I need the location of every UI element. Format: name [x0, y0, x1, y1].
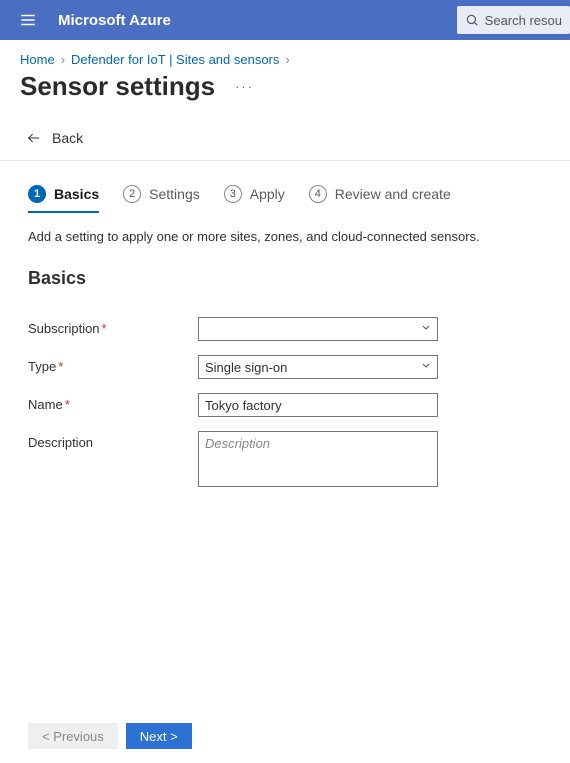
- global-search-input[interactable]: Search resou: [457, 6, 570, 34]
- page-title: Sensor settings: [20, 71, 215, 102]
- type-select-input[interactable]: [198, 355, 438, 379]
- breadcrumb: Home › Defender for IoT | Sites and sens…: [0, 40, 570, 71]
- chevron-right-icon: ›: [285, 52, 289, 67]
- breadcrumb-product[interactable]: Defender for IoT | Sites and sensors: [71, 52, 279, 67]
- name-input[interactable]: [198, 393, 438, 417]
- tab-review-and-create[interactable]: 4 Review and create: [309, 185, 451, 213]
- basics-form: Subscription* Type* Name*: [28, 317, 542, 487]
- step-number: 1: [28, 185, 46, 203]
- step-label: Settings: [149, 186, 200, 202]
- search-icon: [465, 13, 479, 27]
- back-button[interactable]: Back: [0, 122, 570, 161]
- next-button[interactable]: Next >: [126, 723, 192, 749]
- subscription-select[interactable]: [198, 317, 438, 341]
- type-select[interactable]: [198, 355, 438, 379]
- description-textarea[interactable]: [198, 431, 438, 487]
- brand-label: Microsoft Azure: [58, 12, 171, 29]
- more-actions-button[interactable]: ···: [235, 79, 254, 94]
- tab-basics[interactable]: 1 Basics: [28, 185, 99, 213]
- azure-topbar: Microsoft Azure Search resou: [0, 0, 570, 40]
- hamburger-icon: [19, 11, 37, 29]
- back-arrow-icon: [26, 130, 42, 146]
- wizard-footer: < Previous Next >: [28, 723, 192, 749]
- tab-apply[interactable]: 3 Apply: [224, 185, 285, 213]
- step-label: Apply: [250, 186, 285, 202]
- chevron-right-icon: ›: [61, 52, 65, 67]
- subscription-select-input[interactable]: [198, 317, 438, 341]
- breadcrumb-home[interactable]: Home: [20, 52, 55, 67]
- step-label: Basics: [54, 186, 99, 202]
- type-label: Type*: [28, 355, 198, 374]
- wizard-steps: 1 Basics 2 Settings 3 Apply 4 Review and…: [28, 185, 542, 213]
- step-number: 2: [123, 185, 141, 203]
- previous-button[interactable]: < Previous: [28, 723, 118, 749]
- step-number: 4: [309, 185, 327, 203]
- hamburger-menu-button[interactable]: [8, 0, 48, 40]
- search-placeholder: Search resou: [485, 13, 562, 28]
- back-label: Back: [52, 130, 83, 146]
- step-label: Review and create: [335, 186, 451, 202]
- description-label: Description: [28, 431, 198, 450]
- tab-settings[interactable]: 2 Settings: [123, 185, 200, 213]
- content-area: 1 Basics 2 Settings 3 Apply 4 Review and…: [0, 161, 570, 511]
- step-number: 3: [224, 185, 242, 203]
- subscription-label: Subscription*: [28, 317, 198, 336]
- page-hint: Add a setting to apply one or more sites…: [28, 229, 542, 244]
- section-title-basics: Basics: [28, 268, 542, 289]
- name-label: Name*: [28, 393, 198, 412]
- page-title-row: Sensor settings ···: [0, 71, 570, 122]
